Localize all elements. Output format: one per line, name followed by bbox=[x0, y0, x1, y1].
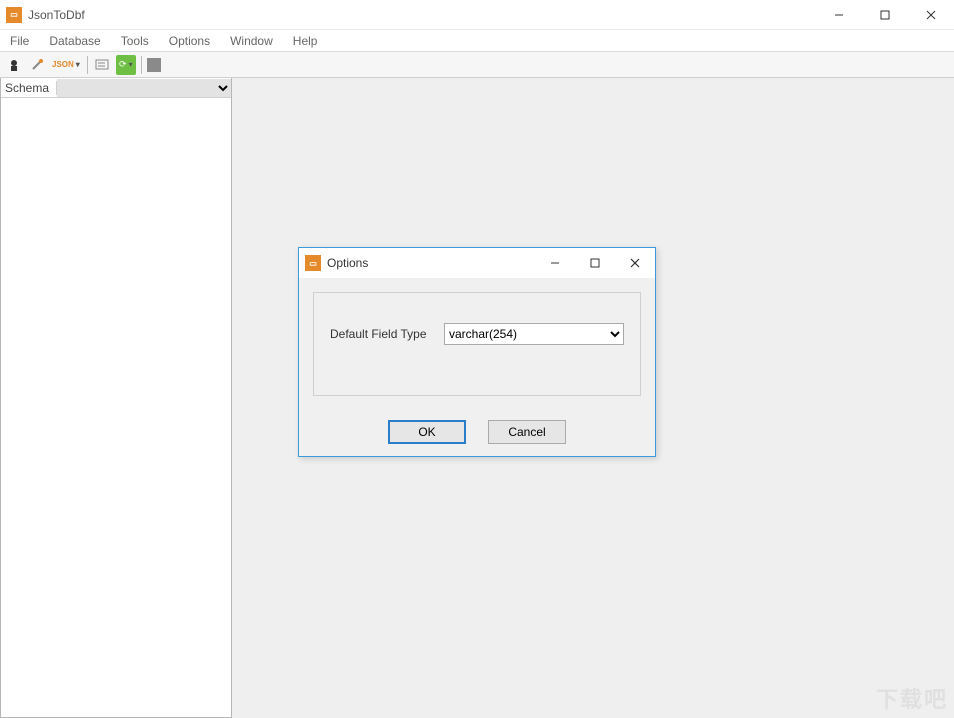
default-field-type-label: Default Field Type bbox=[330, 327, 434, 341]
dialog-maximize-button[interactable] bbox=[575, 248, 615, 278]
dialog-close-button[interactable] bbox=[615, 248, 655, 278]
dialog-titlebar: ▭ Options bbox=[299, 248, 655, 278]
watermark: 下载吧 bbox=[876, 682, 948, 714]
main-titlebar: ▭ JsonToDbf bbox=[0, 0, 954, 30]
dialog-minimize-button[interactable] bbox=[535, 248, 575, 278]
close-button[interactable] bbox=[908, 0, 954, 30]
menu-tools[interactable]: Tools bbox=[111, 32, 159, 50]
toolbar-separator bbox=[141, 56, 142, 74]
dialog-buttons: OK Cancel bbox=[299, 410, 655, 456]
maximize-button[interactable] bbox=[862, 0, 908, 30]
connect-icon[interactable] bbox=[27, 55, 47, 75]
window-title: JsonToDbf bbox=[28, 8, 85, 22]
stop-icon[interactable] bbox=[147, 58, 161, 72]
dialog-title: Options bbox=[327, 256, 368, 270]
menubar: File Database Tools Options Window Help bbox=[0, 30, 954, 52]
window-controls bbox=[816, 0, 954, 30]
schema-label: Schema bbox=[1, 81, 57, 95]
menu-window[interactable]: Window bbox=[220, 32, 283, 50]
app-icon: ▭ bbox=[6, 7, 22, 23]
minimize-button[interactable] bbox=[816, 0, 862, 30]
menu-options[interactable]: Options bbox=[159, 32, 220, 50]
options-dialog: ▭ Options Default Field Type varchar(254… bbox=[298, 247, 656, 457]
json-icon[interactable]: JSON bbox=[50, 55, 82, 75]
toolbar-separator bbox=[87, 56, 88, 74]
options-group: Default Field Type varchar(254) bbox=[313, 292, 641, 396]
cancel-button[interactable]: Cancel bbox=[488, 420, 566, 444]
toolbar: JSON ⟳ bbox=[0, 52, 954, 78]
default-field-type-row: Default Field Type varchar(254) bbox=[330, 323, 624, 345]
export-icon[interactable]: ⟳ bbox=[116, 55, 136, 75]
dialog-window-controls bbox=[535, 248, 655, 278]
ok-button[interactable]: OK bbox=[388, 420, 466, 444]
schema-panel: Schema bbox=[0, 78, 232, 718]
query-icon[interactable] bbox=[93, 55, 113, 75]
schema-row: Schema bbox=[1, 78, 231, 98]
app-icon: ▭ bbox=[305, 255, 321, 271]
default-field-type-select[interactable]: varchar(254) bbox=[444, 323, 624, 345]
dialog-body: Default Field Type varchar(254) bbox=[299, 278, 655, 410]
menu-help[interactable]: Help bbox=[283, 32, 328, 50]
menu-file[interactable]: File bbox=[6, 32, 39, 50]
wizard-icon[interactable] bbox=[4, 55, 24, 75]
menu-database[interactable]: Database bbox=[39, 32, 110, 50]
schema-select[interactable] bbox=[57, 79, 231, 97]
